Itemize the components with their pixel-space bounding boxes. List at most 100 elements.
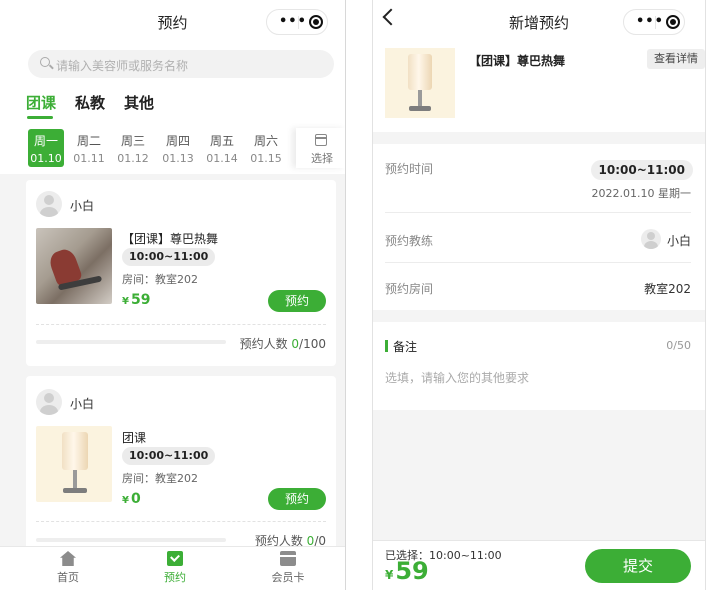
total-price: ¥59 — [385, 557, 429, 585]
currency-symbol: ¥ — [122, 495, 129, 506]
day-tue[interactable]: 周二 01.11 — [71, 129, 107, 167]
tab-membership-card[interactable]: 会员卡 — [258, 551, 318, 585]
tab-booking[interactable]: 预约 — [145, 551, 205, 585]
tab-other[interactable]: 其他 — [124, 92, 154, 113]
day-thu[interactable]: 周四 01.13 — [160, 129, 196, 167]
total-value: 59 — [395, 557, 429, 585]
booking-icon — [167, 551, 183, 566]
day-date: 01.15 — [250, 152, 282, 165]
book-button[interactable]: 预约 — [268, 290, 326, 312]
mini-program-capsule: ••• — [623, 9, 685, 35]
day-name: 周一 — [33, 134, 58, 148]
row-divider — [385, 262, 691, 263]
bottom-tab-bar: 首页 预约 会员卡 — [0, 546, 345, 590]
day-name: 周三 — [120, 134, 145, 148]
booking-time-label: 预约时间 — [385, 162, 434, 176]
day-wed[interactable]: 周三 01.12 — [115, 129, 151, 167]
tab-label: 预约 — [164, 571, 186, 584]
lamp-base — [409, 106, 431, 111]
search-icon — [40, 57, 50, 67]
calendar-icon — [315, 134, 327, 146]
calendar-label: 选择 — [311, 152, 333, 165]
tab-private[interactable]: 私教 — [75, 92, 105, 113]
day-date: 01.10 — [30, 152, 62, 165]
course-summary: 【团课】尊巴热舞 查看详情 — [373, 44, 705, 132]
booking-info: 预约时间 10:00~11:00 2022.01.10 星期一 预约教练 小白 … — [373, 144, 705, 310]
count-label: 预约人数 — [239, 337, 292, 351]
lamp-shade — [408, 54, 432, 90]
booked-count: 0 — [291, 337, 300, 351]
lamp-base — [63, 488, 87, 493]
nav-bar: 新增预约 ••• — [373, 0, 705, 44]
tab-label: 首页 — [57, 571, 79, 584]
day-date: 01.12 — [117, 152, 149, 165]
card-divider — [36, 324, 326, 325]
day-sat[interactable]: 周六 01.15 — [248, 129, 284, 167]
lamp-image — [36, 426, 112, 502]
tab-group-class[interactable]: 团课 — [26, 92, 56, 113]
search-input[interactable]: 请输入美容师或服务名称 — [28, 50, 334, 78]
notes-section: 备注 0/50 — [373, 322, 705, 410]
price-value: 59 — [130, 292, 151, 308]
calendar-picker-button[interactable]: 选择 — [296, 128, 345, 168]
booking-progress — [36, 538, 226, 542]
course-title: 【团课】尊巴热舞 — [122, 232, 219, 246]
coach-avatar — [36, 389, 62, 415]
booking-list-screen: 预约 ••• 请输入美容师或服务名称 团课 私教 其他 周一 01.10 周二 … — [0, 0, 346, 590]
day-fri[interactable]: 周五 01.14 — [204, 129, 240, 167]
home-icon — [60, 551, 76, 566]
day-mon[interactable]: 周一 01.10 — [28, 129, 64, 167]
course-room: 房间：教室202 — [122, 273, 198, 286]
course-time: 10:00~11:00 — [122, 248, 216, 266]
row-divider — [385, 212, 691, 213]
day-date: 01.13 — [162, 152, 194, 165]
coach-value: 小白 — [666, 234, 691, 248]
view-details-button[interactable]: 查看详情 — [647, 49, 705, 69]
course-price: ¥59 — [122, 292, 150, 308]
more-icon[interactable]: ••• — [279, 15, 307, 29]
notes-accent-bar — [385, 340, 388, 352]
week-selector: 周一 01.10 周二 01.11 周三 01.12 周四 01.13 周五 0… — [0, 120, 345, 174]
coach-avatar — [641, 229, 661, 249]
notes-char-count: 0/50 — [666, 339, 691, 352]
card-divider — [36, 521, 326, 522]
close-target-icon[interactable] — [309, 15, 323, 29]
lamp-image — [385, 48, 455, 118]
course-card[interactable]: 小白 团课 10:00~11:00 房间：教室202 ¥0 预约 预约人数 0/… — [26, 376, 336, 552]
notes-input[interactable] — [385, 368, 685, 388]
more-icon[interactable]: ••• — [636, 15, 664, 29]
course-title: 团课 — [122, 431, 147, 445]
day-name: 周二 — [76, 134, 101, 148]
tab-home[interactable]: 首页 — [38, 551, 98, 585]
coach-avatar — [36, 191, 62, 217]
currency-symbol: ¥ — [122, 296, 129, 307]
booking-count: 预约人数 0/100 — [240, 335, 326, 352]
coach-label: 预约教练 — [385, 234, 434, 248]
course-room: 房间：教室202 — [122, 472, 198, 485]
active-tab-indicator — [27, 116, 53, 119]
booking-date: 2022.01.10 星期一 — [591, 187, 691, 200]
search-placeholder: 请输入美容师或服务名称 — [56, 59, 189, 73]
price-value: 0 — [130, 491, 141, 507]
category-tabs: 团课 私教 其他 — [0, 88, 345, 120]
submit-button[interactable]: 提交 — [585, 549, 691, 583]
lamp-pole — [73, 470, 77, 490]
capsule-divider — [298, 16, 299, 29]
course-time: 10:00~11:00 — [122, 447, 216, 465]
book-button[interactable]: 预约 — [268, 488, 326, 510]
new-booking-screen: 新增预约 ••• 【团课】尊巴热舞 查看详情 预约时间 10:00~11:00 … — [372, 0, 706, 590]
lamp-shade — [62, 432, 88, 470]
room-label: 预约房间 — [385, 282, 434, 296]
nav-bar: 预约 ••• — [0, 0, 345, 44]
mini-program-capsule: ••• — [266, 9, 328, 35]
day-date: 01.11 — [73, 152, 105, 165]
dance-image — [36, 228, 112, 304]
currency-symbol: ¥ — [385, 568, 394, 582]
course-card[interactable]: 小白 【团课】尊巴热舞 10:00~11:00 房间：教室202 ¥59 预约 … — [26, 180, 336, 366]
close-target-icon[interactable] — [666, 15, 680, 29]
coach-name: 小白 — [70, 397, 95, 411]
day-name: 周六 — [253, 134, 278, 148]
room-value: 教室202 — [644, 282, 691, 296]
notes-label: 备注 — [393, 340, 418, 354]
booking-progress — [36, 340, 226, 344]
